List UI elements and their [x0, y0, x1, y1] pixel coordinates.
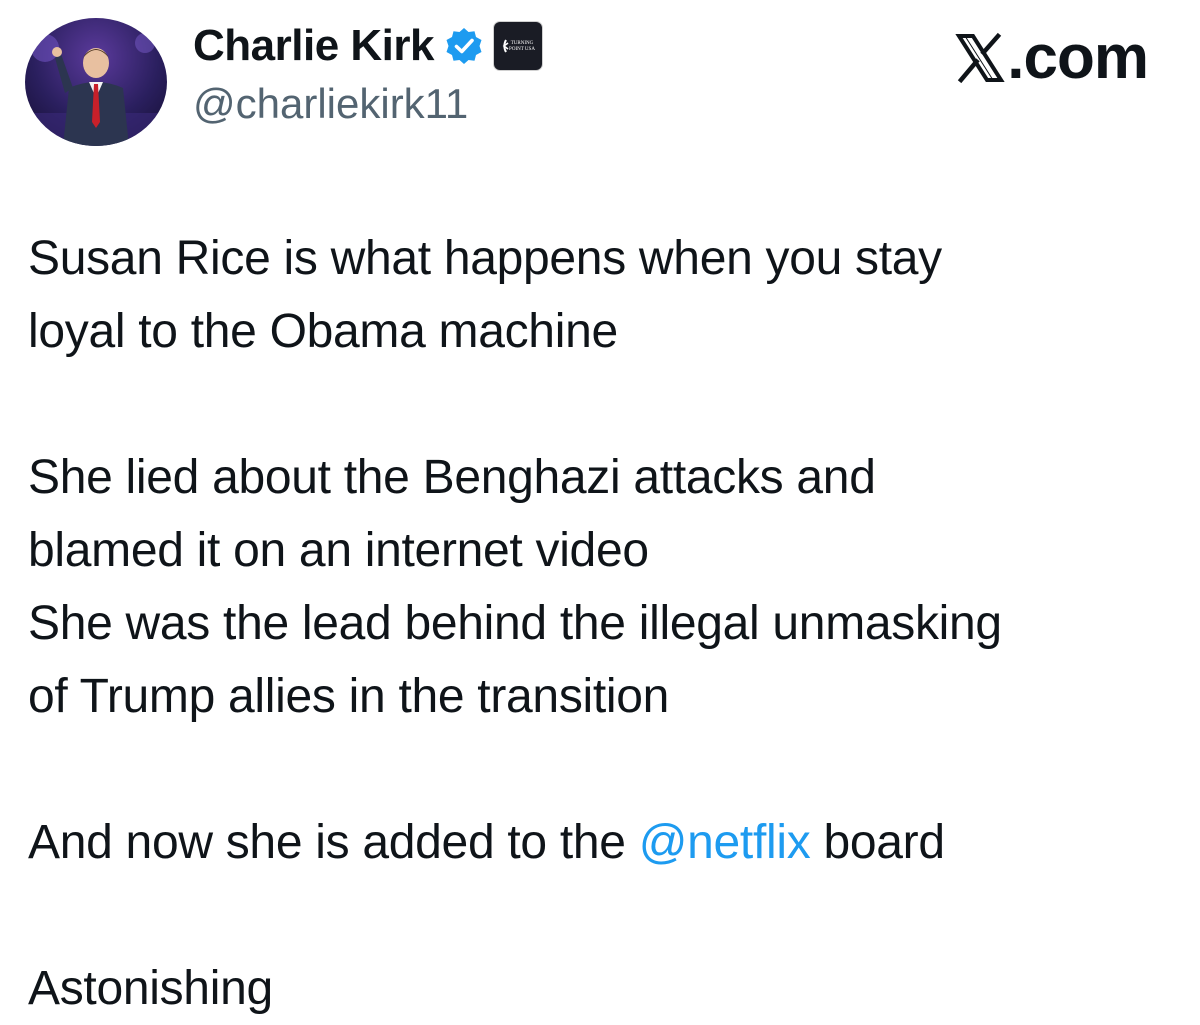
tweet-line: blamed it on an internet video: [28, 524, 649, 577]
author-display-name[interactable]: Charlie Kirk: [193, 21, 434, 71]
x-logo-icon: [955, 32, 1005, 84]
x-brand-watermark: .com: [955, 22, 1149, 93]
affiliate-badge-icon[interactable]: TURNING POINT USA: [493, 22, 542, 70]
author-handle[interactable]: @charliekirk11: [193, 80, 468, 128]
avatar-image: [25, 33, 167, 146]
svg-text:POINT USA: POINT USA: [509, 47, 535, 52]
tweet-text-segment: board: [810, 816, 945, 869]
author-avatar[interactable]: [25, 18, 167, 146]
tweet-line: of Trump allies in the transition: [28, 670, 670, 723]
tweet-line: And now she is added to the @netflix boa…: [28, 806, 1178, 879]
tweet-text: Susan Rice is what happens when you stay…: [28, 222, 1178, 1025]
tweet-text-segment: And now she is added to the: [28, 816, 639, 869]
netflix-mention-link[interactable]: @netflix: [639, 816, 811, 869]
tweet-line: Susan Rice is what happens when you stay: [28, 232, 942, 285]
tweet-line: She was the lead behind the illegal unma…: [28, 597, 1002, 650]
tweet-line: Astonishing: [28, 962, 273, 1015]
brand-domain-suffix: .com: [1007, 23, 1149, 92]
tweet-line: She lied about the Benghazi attacks and: [28, 451, 876, 504]
tweet-line: loyal to the Obama machine: [28, 305, 618, 358]
svg-text:TURNING: TURNING: [511, 41, 534, 46]
verified-badge-icon[interactable]: [444, 26, 484, 66]
author-name-row: Charlie Kirk TURNING POINT USA: [193, 18, 542, 74]
